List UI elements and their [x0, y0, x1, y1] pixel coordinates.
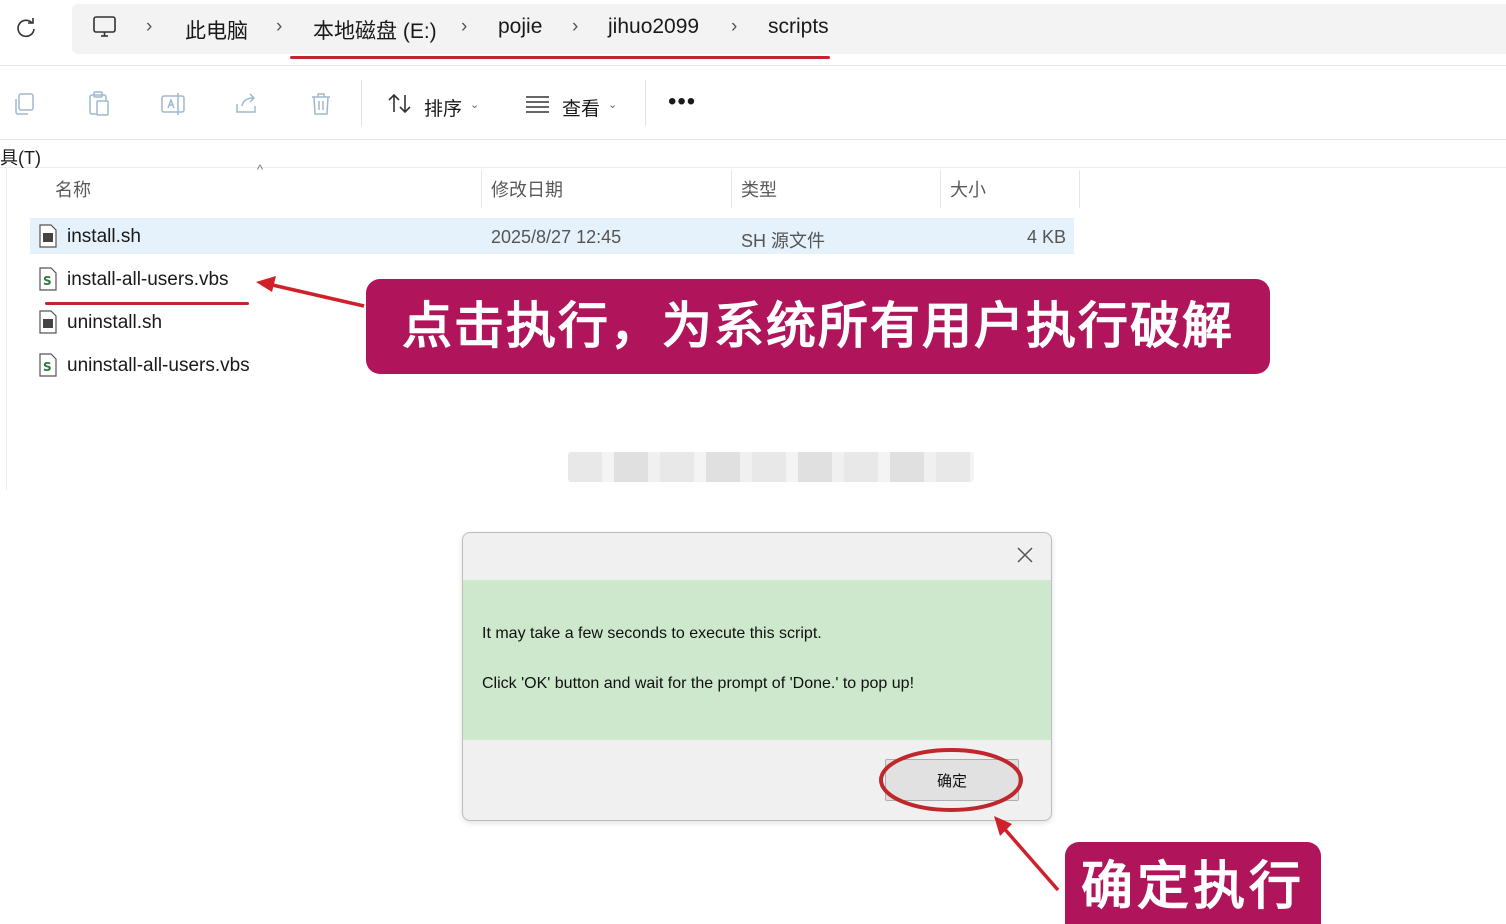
rename-icon[interactable] — [159, 90, 187, 118]
file-size: 4 KB — [1026, 227, 1066, 247]
refresh-icon[interactable] — [12, 14, 40, 42]
path-highlight-underline — [290, 56, 830, 59]
chevron-right-icon[interactable]: › — [572, 16, 578, 38]
chevron-down-icon[interactable]: ⌄ — [608, 98, 617, 111]
dialog-message-area: It may take a few seconds to execute thi… — [463, 580, 1051, 740]
close-icon[interactable] — [1013, 543, 1037, 567]
file-date: 2025/8/27 12:45 — [491, 227, 622, 247]
view-button[interactable]: 查看 — [562, 94, 600, 121]
ok-highlight-circle — [879, 748, 1023, 812]
column-divider[interactable] — [731, 170, 732, 208]
file-row[interactable]: install.sh 2025/8/27 12:45 SH 源文件 4 KB — [30, 218, 1074, 254]
file-highlight-underline — [45, 302, 249, 305]
menu-bar: 工具(T) — [0, 140, 1506, 168]
nav-pane-edge — [6, 168, 7, 490]
share-icon[interactable] — [233, 90, 261, 118]
annotation-banner-top: 点击执行，为系统所有用户执行破解 — [366, 279, 1270, 374]
blurred-watermark — [568, 452, 974, 482]
dialog-message-line-2: Click 'OK' button and wait for the promp… — [482, 675, 915, 692]
vbs-script-icon: S — [38, 353, 58, 377]
more-options-button[interactable]: ••• — [668, 88, 696, 116]
file-name: install.sh — [67, 226, 141, 247]
chevron-right-icon[interactable]: › — [146, 16, 152, 38]
annotation-banner-bottom: 确定执行 — [1065, 842, 1321, 924]
breadcrumb-this-pc[interactable]: 此电脑 — [185, 15, 248, 45]
column-divider[interactable] — [481, 170, 482, 208]
sh-file-icon — [38, 310, 58, 334]
svg-text:S: S — [43, 360, 52, 374]
breadcrumb-jihuo2099[interactable]: jihuo2099 — [608, 15, 699, 39]
paste-icon[interactable] — [85, 90, 113, 118]
this-pc-icon[interactable] — [92, 14, 118, 40]
file-name: install-all-users.vbs — [67, 269, 229, 290]
chevron-down-icon[interactable]: ⌄ — [470, 98, 479, 111]
view-icon[interactable] — [524, 90, 552, 118]
delete-icon[interactable] — [307, 90, 335, 118]
svg-text:S: S — [43, 274, 52, 288]
annotation-arrow-top — [256, 276, 365, 308]
copy-icon[interactable] — [11, 90, 39, 118]
chevron-right-icon[interactable]: › — [461, 16, 467, 38]
chevron-right-icon[interactable]: › — [276, 16, 282, 38]
column-header-name[interactable]: 名称 — [55, 176, 91, 202]
sort-button[interactable]: 排序 — [424, 94, 462, 121]
command-bar: 排序 ⌄ 查看 ⌄ ••• — [0, 66, 1506, 140]
toolbar-divider — [361, 80, 362, 126]
sort-ascending-icon: ^ — [257, 162, 264, 177]
column-divider[interactable] — [940, 170, 941, 208]
column-divider[interactable] — [1079, 170, 1080, 208]
vbs-script-icon: S — [38, 267, 58, 291]
column-header-size[interactable]: 大小 — [950, 176, 986, 202]
breadcrumb-drive-e[interactable]: 本地磁盘 (E:) — [313, 15, 437, 45]
breadcrumb-pojie[interactable]: pojie — [498, 15, 542, 39]
sort-icon[interactable] — [386, 90, 414, 118]
column-header-type[interactable]: 类型 — [741, 176, 777, 202]
file-type: SH 源文件 — [741, 231, 826, 251]
toolbar-divider — [645, 80, 646, 126]
sh-file-icon — [38, 224, 58, 248]
column-header-date[interactable]: 修改日期 — [491, 176, 563, 202]
address-bar-strip: › 此电脑 › 本地磁盘 (E:) › pojie › jihuo2099 › … — [0, 0, 1506, 66]
dialog-message-line-1: It may take a few seconds to execute thi… — [482, 625, 822, 642]
chevron-right-icon[interactable]: › — [731, 16, 737, 38]
annotation-arrow-bottom — [994, 816, 1060, 892]
breadcrumb-scripts[interactable]: scripts — [768, 15, 829, 39]
menu-tools[interactable]: 工具(T) — [0, 144, 41, 170]
file-name: uninstall.sh — [67, 312, 163, 333]
file-name: uninstall-all-users.vbs — [67, 355, 250, 376]
